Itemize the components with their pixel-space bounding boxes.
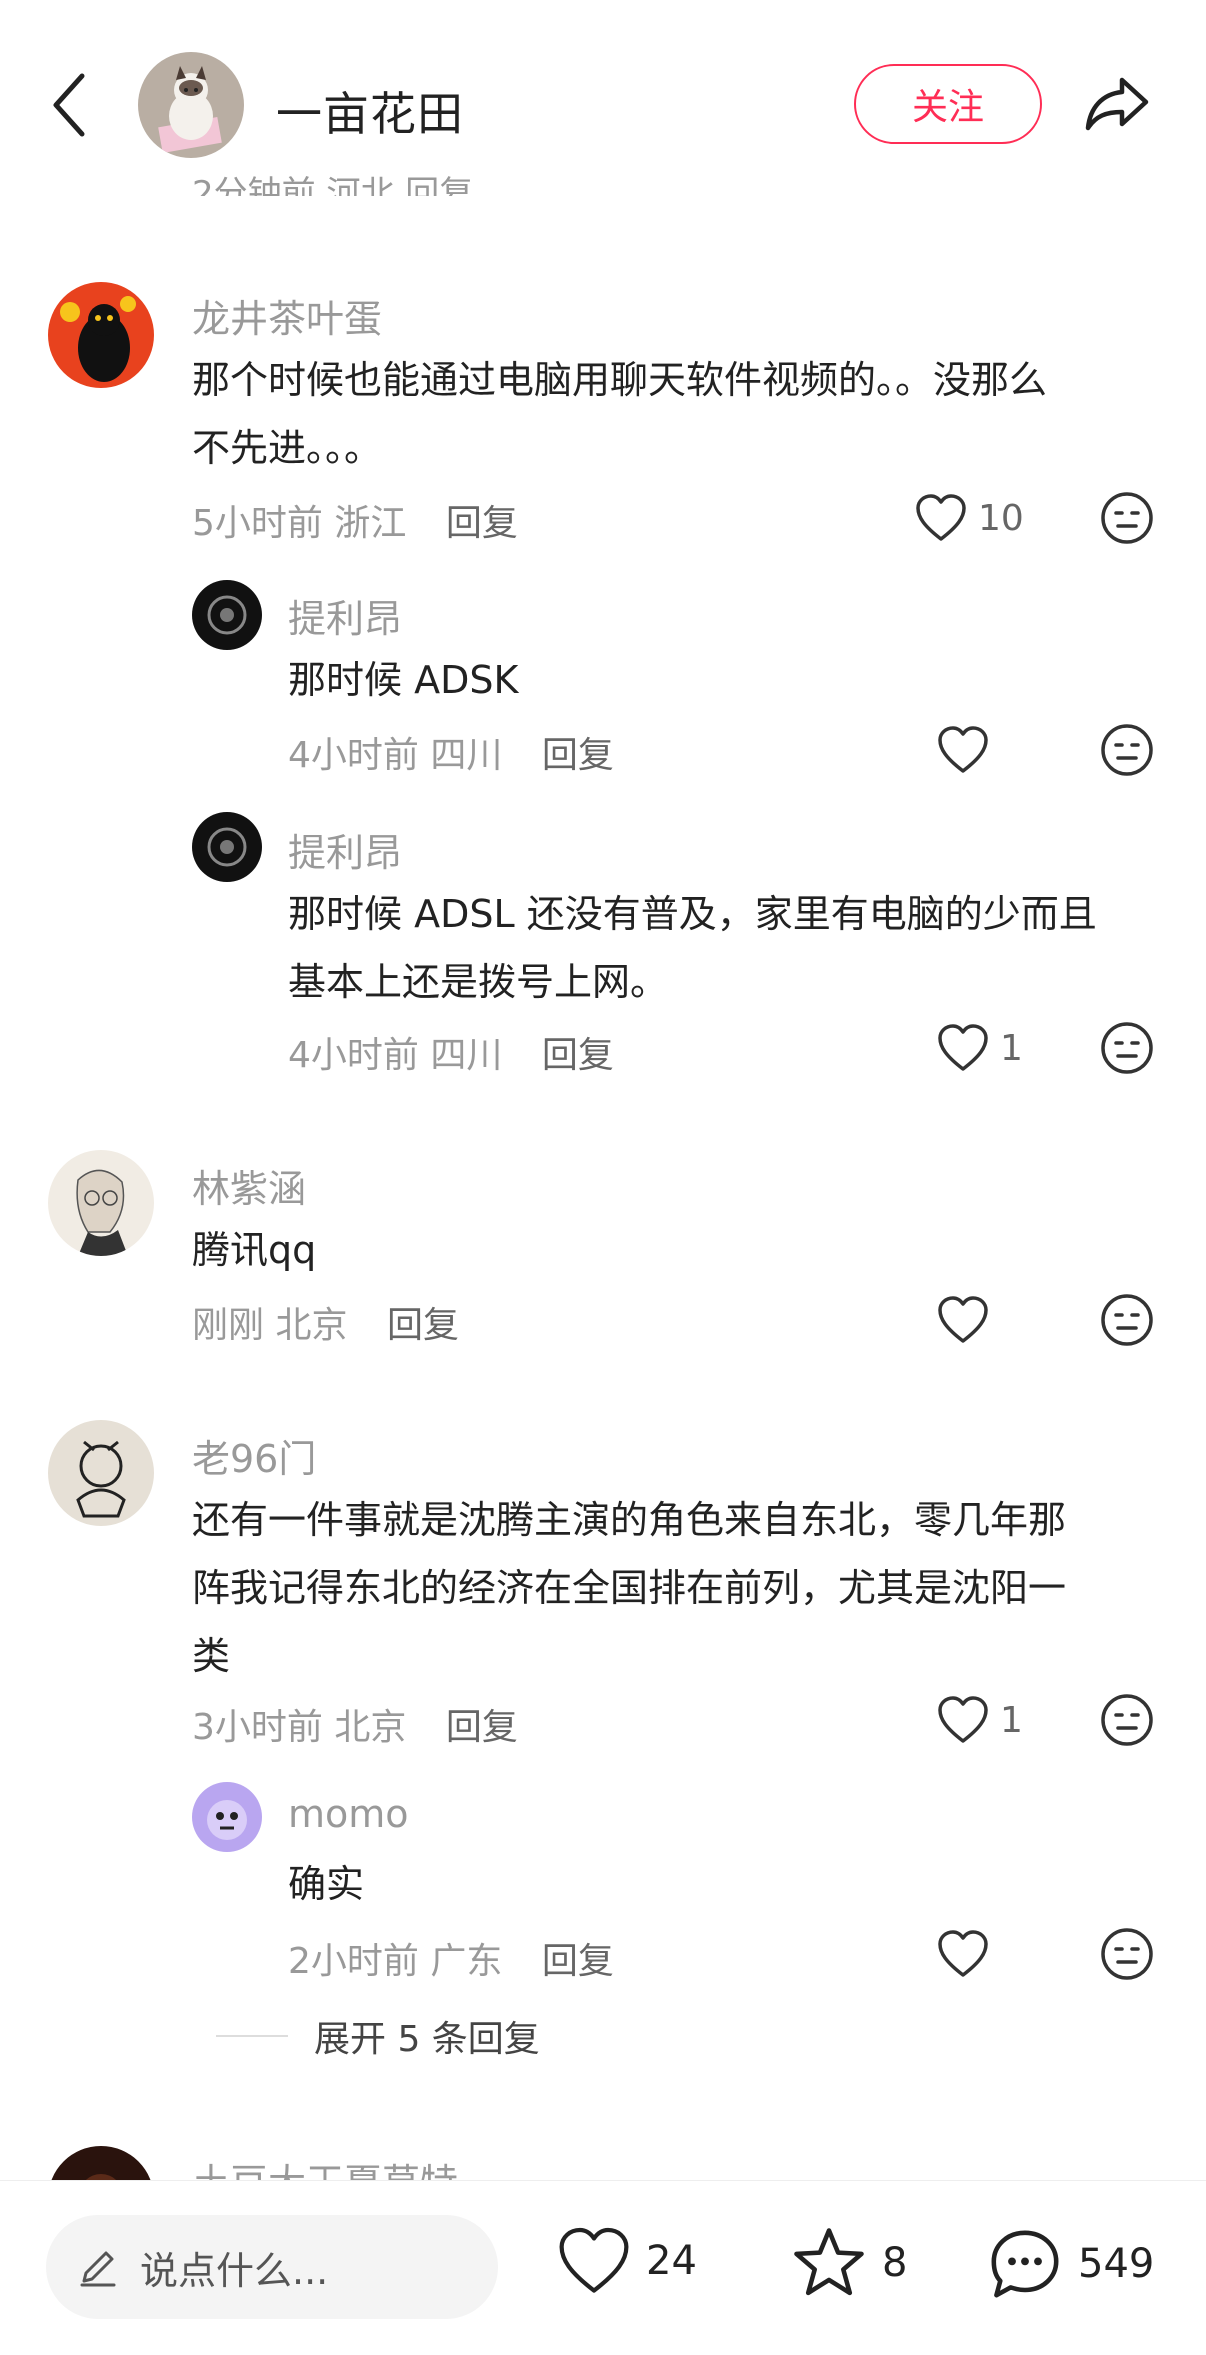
expand-replies-button[interactable]: 展开 5 条回复 — [216, 2010, 540, 2062]
emoji-face-icon[interactable] — [1100, 1927, 1154, 1981]
like-post-button[interactable]: 24 — [556, 2225, 697, 2297]
like-count: 10 — [978, 497, 1024, 539]
comment-text-line: 阵我记得东北的经济在全国排在前列，尤其是沈阳一 — [192, 1566, 1067, 1610]
author-name[interactable]: 一亩花田 — [276, 78, 464, 144]
reply-location: 四川 — [430, 1035, 503, 1076]
comment-list[interactable]: 龙井茶叶蛋 那个时候也能通过电脑用聊天软件视频的。。没那么 不先进。。。 5小时… — [0, 0, 1206, 2180]
share-icon[interactable] — [1082, 68, 1152, 138]
comment-text-line: 腾讯qq — [192, 1228, 317, 1272]
avatar[interactable] — [48, 1150, 154, 1256]
reply-text-line: 那时候 ADSK — [288, 658, 519, 702]
avatar[interactable] — [192, 812, 262, 882]
avatar[interactable] — [192, 580, 262, 650]
back-arrow-icon[interactable] — [40, 66, 100, 144]
comment-meta: 3小时前 北京 回复 — [192, 1698, 518, 1750]
reply-button[interactable]: 回复 — [387, 1305, 459, 1346]
reply-meta: 4小时前 四川 回复 — [288, 1026, 614, 1078]
divider — [216, 2035, 288, 2037]
avatar[interactable] — [48, 2146, 154, 2180]
like-button[interactable]: 1 — [936, 1690, 1023, 1750]
expand-replies-label: 展开 5 条回复 — [314, 2019, 540, 2060]
reply-author[interactable]: momo — [288, 1792, 409, 1836]
reply-text-line: 确实 — [288, 1862, 365, 1906]
avatar[interactable] — [48, 1420, 154, 1526]
like-count: 1 — [1000, 1027, 1023, 1069]
comment-text-line: 那个时候也能通过电脑用聊天软件视频的。。没那么 — [192, 358, 1048, 402]
comment-input-placeholder: 说点什么... — [140, 2248, 329, 2293]
comment-input[interactable]: 说点什么... — [46, 2215, 498, 2319]
emoji-face-icon[interactable] — [1100, 723, 1154, 777]
heart-icon — [559, 2227, 629, 2293]
heart-icon — [916, 494, 966, 541]
emoji-face-icon[interactable] — [1100, 1293, 1154, 1347]
comment-time: 3小时前 — [192, 1707, 323, 1748]
favorite-count: 8 — [882, 2240, 908, 2286]
like-button[interactable]: 10 — [914, 488, 1024, 548]
comment-meta: 5小时前 浙江 回复 — [192, 494, 518, 546]
comment-count: 549 — [1078, 2241, 1155, 2287]
bottom-action-bar: 说点什么... 24 8 549 — [0, 2180, 1206, 2355]
star-icon — [794, 2228, 864, 2296]
heart-icon — [938, 726, 988, 773]
reply-meta: 2小时前 广东 回复 — [288, 1932, 614, 1984]
like-button[interactable]: 1 — [936, 1018, 1023, 1078]
comment-location: 浙江 — [334, 503, 407, 544]
author-avatar[interactable] — [138, 52, 244, 158]
like-button[interactable] — [936, 1290, 1000, 1350]
emoji-face-icon[interactable] — [1100, 491, 1154, 545]
like-count: 1 — [1000, 1699, 1023, 1741]
favorite-button[interactable]: 8 — [790, 2225, 907, 2301]
comment-author[interactable]: 老96门 — [192, 1428, 316, 1483]
reply-author[interactable]: 提利昂 — [288, 588, 402, 643]
emoji-face-icon[interactable] — [1100, 1693, 1154, 1747]
reply-button[interactable]: 回复 — [542, 1941, 614, 1982]
reply-button[interactable]: 回复 — [446, 503, 518, 544]
reply-author[interactable]: 提利昂 — [288, 822, 402, 877]
comment-time: 5小时前 — [192, 503, 323, 544]
comment-text-line: 类 — [192, 1634, 231, 1678]
comment-location: 北京 — [334, 1707, 407, 1748]
heart-icon — [938, 1930, 988, 1977]
reply-text-line: 那时候 ADSL 还没有普及，家里有电脑的少而且 — [288, 892, 1097, 936]
reply-time: 2小时前 — [288, 1941, 419, 1982]
follow-button[interactable]: 关注 — [854, 64, 1042, 144]
comment-author[interactable]: 土豆大王夏草特 — [192, 2152, 458, 2180]
like-button[interactable] — [936, 1924, 1000, 1984]
reply-button[interactable]: 回复 — [542, 1035, 614, 1076]
avatar[interactable] — [192, 1782, 262, 1852]
emoji-face-icon[interactable] — [1100, 1021, 1154, 1075]
comment-author[interactable]: 林紫涵 — [192, 1158, 306, 1213]
comment-meta: 刚刚 北京 回复 — [192, 1296, 459, 1348]
heart-icon — [938, 1296, 988, 1343]
pencil-icon — [80, 2251, 116, 2287]
like-button[interactable] — [936, 720, 1000, 780]
comment-text-line: 还有一件事就是沈腾主演的角色来自东北，零几年那 — [192, 1498, 1067, 1542]
reply-location: 广东 — [430, 1941, 503, 1982]
comment-location: 北京 — [275, 1305, 348, 1346]
avatar[interactable] — [48, 282, 154, 388]
comment-bubble-icon — [991, 2230, 1059, 2298]
heart-icon — [938, 1696, 988, 1743]
reply-text-line: 基本上还是拨号上网。 — [288, 960, 669, 1004]
comment-time: 刚刚 — [192, 1305, 265, 1346]
reply-time: 4小时前 — [288, 1035, 419, 1076]
comments-button[interactable]: 549 — [986, 2225, 1154, 2303]
reply-meta: 4小时前 四川 回复 — [288, 726, 614, 778]
comment-author[interactable]: 龙井茶叶蛋 — [192, 288, 382, 343]
top-nav-bar: 一亩花田 关注 — [0, 0, 1206, 176]
heart-icon — [938, 1024, 988, 1071]
post-like-count: 24 — [646, 2238, 697, 2284]
reply-button[interactable]: 回复 — [542, 735, 614, 776]
reply-location: 四川 — [430, 735, 503, 776]
reply-button[interactable]: 回复 — [446, 1707, 518, 1748]
comment-text-line: 不先进。。。 — [192, 426, 383, 470]
reply-time: 4小时前 — [288, 735, 419, 776]
